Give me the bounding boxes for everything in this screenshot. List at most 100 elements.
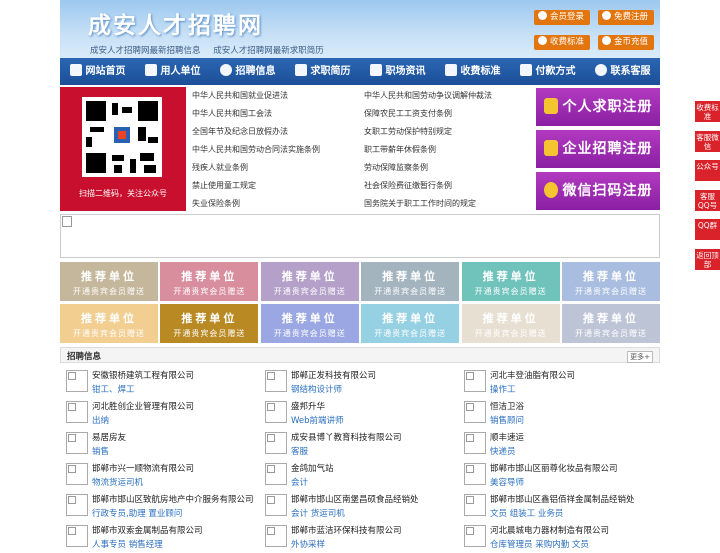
job-company-name[interactable]: 河北胜创企业管理有限公司 (92, 400, 194, 412)
job-listing[interactable]: 河北丰登油脂有限公司 操作工 (458, 368, 654, 398)
law-link[interactable]: 职工带薪年休假条例 (364, 144, 436, 155)
law-link[interactable]: 失业保险条例 (192, 198, 240, 209)
subtitle-resumes-link[interactable]: 成安人才招聘网最新求职简历 (213, 46, 324, 56)
jobs-more-link[interactable]: 更多+ (627, 351, 653, 363)
law-link[interactable]: 中华人民共和国就业促进法 (192, 90, 288, 101)
job-company-name[interactable]: 邯郸市邯山区鑫铝佰祥金属制品经销处 (490, 493, 635, 505)
law-link[interactable]: 残疾人就业条例 (192, 162, 248, 173)
nav-employers[interactable]: 用人单位 (135, 58, 210, 85)
register-button[interactable]: 免费注册 (598, 10, 655, 25)
law-link[interactable]: 国务院关于职工工作时间的规定 (364, 198, 476, 209)
float-official-account-button[interactable]: 公众号 (695, 160, 720, 182)
job-company-name[interactable]: 安徽银桥建筑工程有限公司 (92, 369, 194, 381)
job-listing[interactable]: 成安县博丫教育科技有限公司 客服 (259, 430, 455, 460)
job-positions[interactable]: 美容导师 (490, 476, 524, 488)
pricing-button[interactable]: 收费标准 (534, 35, 591, 50)
job-listing[interactable]: 邯郸市兴一顺物流有限公司 物流货运司机 (60, 461, 256, 491)
job-listing[interactable]: 易居房友 销售 (60, 430, 256, 460)
wechat-register-button[interactable]: 微信扫码注册 (536, 172, 660, 210)
recommended-employer-tile[interactable]: 推荐单位 开通贵宾会员赠送 (160, 304, 259, 343)
law-link[interactable]: 全国年节及纪念日放假办法 (192, 126, 288, 137)
job-listing[interactable]: 河北晨城电力器材制造有限公司 仓库管理员 采购内勤 文员 (458, 523, 654, 553)
job-listing[interactable]: 邯郸市邯山区致航房地产中介服务有限公司 行政专员,助理 置业顾问 (60, 492, 256, 522)
recommended-employer-tile[interactable]: 推荐单位 开通贵宾会员赠送 (60, 262, 158, 301)
job-positions[interactable]: 客服 (291, 445, 308, 457)
job-listing[interactable]: 恒洁卫浴 销售顾问 (458, 399, 654, 429)
job-positions[interactable]: 文员 组装工 业务员 (490, 507, 563, 519)
company-register-button[interactable]: 企业招聘注册 (536, 130, 660, 168)
float-back-to-top-button[interactable]: 返回顶部 (695, 248, 720, 271)
job-positions[interactable]: 出纳 (92, 414, 109, 426)
job-positions[interactable]: 会计 货运司机 (291, 507, 345, 519)
site-logo-title[interactable]: 成安人才招聘网 (88, 6, 263, 40)
job-listing[interactable]: 邯郸正发科技有限公司 钢结构设计师 (259, 368, 455, 398)
recommended-employer-tile[interactable]: 推荐单位 开通贵宾会员赠送 (60, 304, 158, 343)
job-company-name[interactable]: 河北丰登油脂有限公司 (490, 369, 575, 381)
job-positions[interactable]: 操作工 (490, 383, 516, 395)
job-listing[interactable]: 邯郸市邯山区丽尊化妆品有限公司 美容导师 (458, 461, 654, 491)
law-link[interactable]: 中华人民共和国劳动争议调解仲裁法 (364, 90, 492, 101)
job-positions[interactable]: Web前端讲师 (291, 414, 344, 426)
job-listing[interactable]: 安徽银桥建筑工程有限公司 钳工、焊工 (60, 368, 256, 398)
job-listing[interactable]: 河北胜创企业管理有限公司 出纳 (60, 399, 256, 429)
job-positions[interactable]: 销售顾问 (490, 414, 524, 426)
recharge-button[interactable]: 金币充值 (598, 35, 655, 50)
job-positions[interactable]: 会计 (291, 476, 308, 488)
float-pricing-button[interactable]: 收费标准 (695, 101, 720, 123)
recommended-employer-tile[interactable]: 推荐单位 开通贵宾会员赠送 (260, 304, 359, 343)
job-company-name[interactable]: 河北晨城电力器材制造有限公司 (490, 524, 609, 536)
job-company-name[interactable]: 邯郸市邯山区丽尊化妆品有限公司 (490, 462, 618, 474)
job-positions[interactable]: 行政专员,助理 置业顾问 (92, 507, 182, 519)
law-link[interactable]: 禁止使用童工规定 (192, 180, 256, 191)
job-company-name[interactable]: 邯郸市双索金属制品有限公司 (92, 524, 203, 536)
subtitle-jobs-link[interactable]: 成安人才招聘网最新招聘信息 (90, 46, 201, 56)
nav-resumes[interactable]: 求职简历 (285, 58, 360, 85)
job-listing[interactable]: 金鸽加气站 会计 (259, 461, 455, 491)
job-positions[interactable]: 快递员 (490, 445, 516, 457)
job-listing[interactable]: 邯郸市邯山区南堡昌硕食品经销处 会计 货运司机 (259, 492, 455, 522)
nav-news[interactable]: 职场资讯 (360, 58, 435, 85)
recommended-employer-tile[interactable]: 推荐单位 开通贵宾会员赠送 (361, 262, 460, 301)
job-positions[interactable]: 物流货运司机 (92, 476, 143, 488)
job-positions[interactable]: 钢结构设计师 (291, 383, 342, 395)
law-link[interactable]: 保障农民工工资支付条例 (364, 108, 452, 119)
job-company-name[interactable]: 顺丰速运 (490, 431, 524, 443)
job-company-name[interactable]: 邯郸市兴一顺物流有限公司 (92, 462, 194, 474)
float-wechat-service-button[interactable]: 客服微信 (695, 130, 720, 153)
job-positions[interactable]: 销售 (92, 445, 109, 457)
job-listing[interactable]: 邯郸市蓝洁环保科技有限公司 外协采样 (259, 523, 455, 553)
jobseeker-register-button[interactable]: 个人求职注册 (536, 88, 660, 126)
job-company-name[interactable]: 邯郸正发科技有限公司 (291, 369, 376, 381)
job-company-name[interactable]: 盛邦升华 (291, 400, 325, 412)
nav-fees[interactable]: 收费标准 (435, 58, 510, 85)
job-positions[interactable]: 钳工、焊工 (92, 383, 135, 395)
law-link[interactable]: 社会保险费征缴暂行条例 (364, 180, 452, 191)
job-listing[interactable]: 盛邦升华 Web前端讲师 (259, 399, 455, 429)
law-link[interactable]: 劳动保障监察条例 (364, 162, 428, 173)
recommended-employer-tile[interactable]: 推荐单位 开通贵宾会员赠送 (562, 304, 660, 343)
recommended-employer-tile[interactable]: 推荐单位 开通贵宾会员赠送 (361, 304, 460, 343)
nav-home[interactable]: 网站首页 (60, 58, 135, 85)
recommended-employer-tile[interactable]: 推荐单位 开通贵宾会员赠送 (461, 262, 560, 301)
job-company-name[interactable]: 恒洁卫浴 (490, 400, 524, 412)
law-link[interactable]: 中华人民共和国劳动合同法实施条例 (192, 144, 320, 155)
nav-payment[interactable]: 付款方式 (510, 58, 585, 85)
ad-banner[interactable] (60, 214, 660, 258)
job-company-name[interactable]: 邯郸市邯山区致航房地产中介服务有限公司 (92, 493, 254, 505)
law-link[interactable]: 中华人民共和国工会法 (192, 108, 272, 119)
nav-jobs[interactable]: 招聘信息 (210, 58, 285, 85)
job-listing[interactable]: 邯郸市双索金属制品有限公司 人事专员 销售经理 (60, 523, 256, 553)
recommended-employer-tile[interactable]: 推荐单位 开通贵宾会员赠送 (562, 262, 660, 301)
login-button[interactable]: 会员登录 (534, 10, 591, 25)
recommended-employer-tile[interactable]: 推荐单位 开通贵宾会员赠送 (461, 304, 560, 343)
job-company-name[interactable]: 易居房友 (92, 431, 126, 443)
job-listing[interactable]: 邯郸市邯山区鑫铝佰祥金属制品经销处 文员 组装工 业务员 (458, 492, 654, 522)
job-company-name[interactable]: 金鸽加气站 (291, 462, 334, 474)
recommended-employer-tile[interactable]: 推荐单位 开通贵宾会员赠送 (160, 262, 259, 301)
nav-contact[interactable]: 联系客服 (585, 58, 660, 85)
job-company-name[interactable]: 成安县博丫教育科技有限公司 (291, 431, 402, 443)
job-company-name[interactable]: 邯郸市邯山区南堡昌硕食品经销处 (291, 493, 419, 505)
law-link[interactable]: 女职工劳动保护特别规定 (364, 126, 452, 137)
recommended-employer-tile[interactable]: 推荐单位 开通贵宾会员赠送 (260, 262, 359, 301)
float-qq-group-button[interactable]: QQ群 (695, 219, 720, 241)
